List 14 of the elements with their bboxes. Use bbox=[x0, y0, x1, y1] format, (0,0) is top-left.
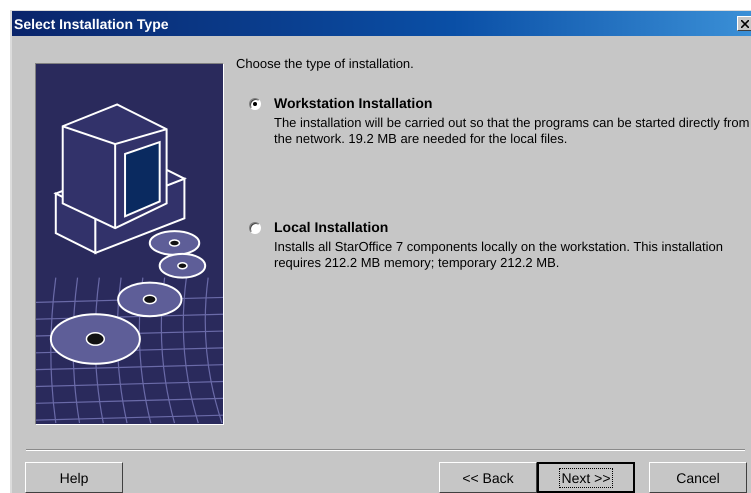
nav-button[interactable]: << Back bbox=[439, 462, 537, 493]
option-label[interactable]: Local Installation bbox=[274, 219, 751, 235]
close-icon bbox=[741, 20, 749, 28]
close-button[interactable] bbox=[737, 16, 751, 31]
option-description: Installs all StarOffice 7 components locally on the workstation. This installation requires 212.2 MB memory; temporary 212.2 MB. bbox=[274, 239, 724, 271]
instruction-text: Choose the type of installation. bbox=[236, 56, 415, 71]
help-button[interactable]: Help bbox=[25, 462, 123, 493]
option-description: The installation will be carried out so that the programs can be started directly from the network. 19.2 MB are needed for the local files. bbox=[274, 115, 750, 147]
radio-button[interactable] bbox=[249, 98, 261, 110]
radio-button[interactable] bbox=[249, 222, 261, 234]
nav-button[interactable]: Next >> bbox=[537, 462, 635, 493]
option-label[interactable]: Workstation Installation bbox=[274, 95, 751, 111]
cancel-button[interactable]: Cancel bbox=[649, 462, 747, 493]
window-title: Select Installation Type bbox=[14, 16, 169, 32]
